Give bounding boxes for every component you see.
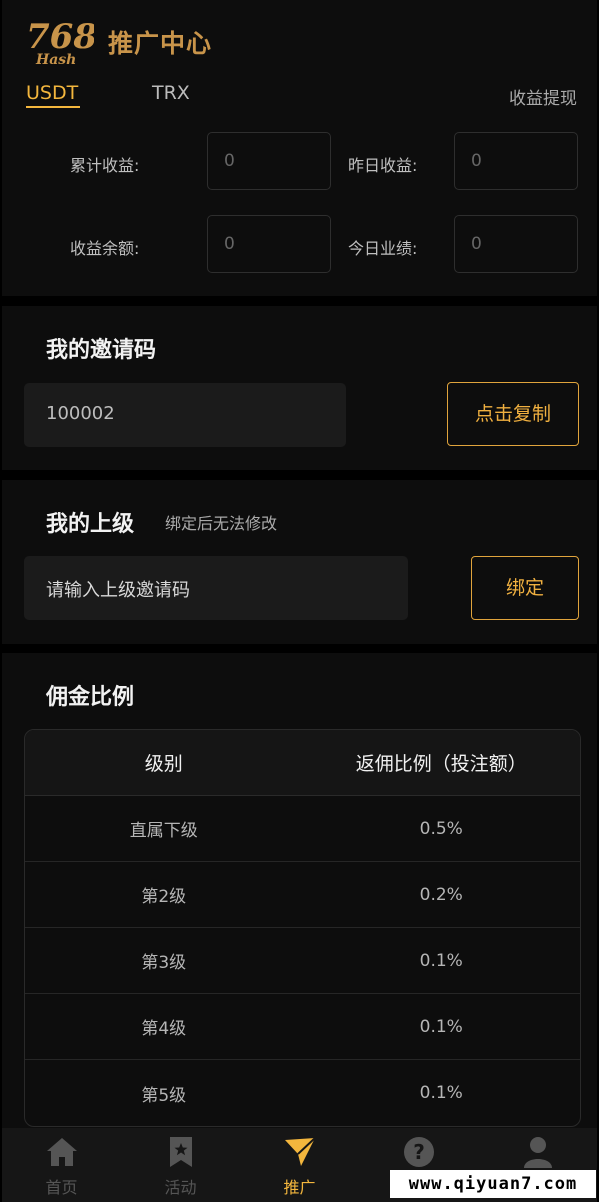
invite-code-title: 我的邀请码 xyxy=(46,338,157,363)
row-level: 第5级 xyxy=(141,1085,187,1106)
brand-logo: 768 Hash xyxy=(26,17,94,68)
row-rate: 0.1% xyxy=(419,1083,463,1103)
nav-label-activity: 活动 xyxy=(164,1178,197,1197)
paper-plane-icon xyxy=(284,1137,316,1166)
table-row: 第2级 0.2% xyxy=(25,862,580,928)
tab-trx[interactable]: TRX xyxy=(152,82,190,104)
row-level: 第2级 xyxy=(141,887,187,907)
commission-section: 佣金比例 级别 返佣比例（投注额） 直属下级 0.5% 第2级 0.2% 第3级… xyxy=(2,653,597,1128)
balance-value: 0 xyxy=(207,215,331,273)
yesterday-earnings-label: 昨日收益: xyxy=(348,156,418,175)
table-row: 第4级 0.1% xyxy=(25,994,580,1060)
today-performance-value: 0 xyxy=(454,215,578,273)
header-level: 级别 xyxy=(144,753,183,775)
invite-code-display: 100002 xyxy=(24,383,346,447)
tab-usdt[interactable]: USDT xyxy=(26,82,78,104)
row-level: 第3级 xyxy=(141,953,187,973)
row-rate: 0.2% xyxy=(419,884,463,905)
user-icon xyxy=(523,1137,552,1168)
today-performance-label: 今日业绩: xyxy=(348,239,418,258)
invite-code-section: 我的邀请码 100002 点击复制 xyxy=(2,306,597,470)
yesterday-earnings-value: 0 xyxy=(454,132,578,190)
table-header: 级别 返佣比例（投注额） xyxy=(25,730,580,796)
parent-code-input[interactable]: 请输入上级邀请码 xyxy=(24,556,408,620)
row-rate: 0.5% xyxy=(419,818,463,839)
header-rate: 返佣比例（投注额） xyxy=(355,753,527,775)
bookmark-star-icon xyxy=(169,1137,192,1167)
nav-item-promotion[interactable]: 推广 xyxy=(240,1128,359,1202)
row-rate: 0.1% xyxy=(419,950,463,971)
nav-label-home: 首页 xyxy=(45,1178,78,1197)
row-level: 第4级 xyxy=(141,1019,187,1039)
parent-title: 我的上级 xyxy=(46,512,135,537)
svg-text:768: 768 xyxy=(26,17,94,57)
watermark: www.qiyuan7.com xyxy=(390,1170,596,1198)
page-title: 推广中心 xyxy=(108,29,213,58)
table-row: 直属下级 0.5% xyxy=(25,796,580,862)
bind-button[interactable]: 绑定 xyxy=(471,556,579,620)
nav-item-home[interactable]: 首页 xyxy=(2,1128,121,1202)
row-rate: 0.1% xyxy=(419,1016,463,1037)
parent-note: 绑定后无法修改 xyxy=(165,514,278,533)
commission-title: 佣金比例 xyxy=(46,685,135,710)
help-icon: ? xyxy=(403,1137,434,1167)
commission-table: 级别 返佣比例（投注额） 直属下级 0.5% 第2级 0.2% 第3级 0.1%… xyxy=(24,729,581,1127)
balance-label: 收益余额: xyxy=(70,239,140,258)
home-icon xyxy=(46,1138,77,1166)
total-earnings-label: 累计收益: xyxy=(70,156,140,175)
table-row: 第3级 0.1% xyxy=(25,928,580,994)
row-level: 直属下级 xyxy=(129,821,198,841)
total-earnings-value: 0 xyxy=(207,132,331,190)
nav-label-promotion: 推广 xyxy=(283,1178,316,1197)
svg-text:Hash: Hash xyxy=(35,52,76,68)
withdraw-link[interactable]: 收益提现 xyxy=(509,84,577,109)
table-row: 第5级 0.1% xyxy=(25,1060,580,1126)
earnings-section: 768 Hash 推广中心 USDT TRX 收益提现 累计收益: 0 昨日收益… xyxy=(2,0,597,296)
copy-button[interactable]: 点击复制 xyxy=(447,382,579,446)
tab-active-underline xyxy=(26,106,80,108)
parent-section: 我的上级 绑定后无法修改 请输入上级邀请码 绑定 xyxy=(2,480,597,644)
nav-item-activity[interactable]: 活动 xyxy=(121,1128,240,1202)
svg-text:?: ? xyxy=(413,1140,425,1164)
